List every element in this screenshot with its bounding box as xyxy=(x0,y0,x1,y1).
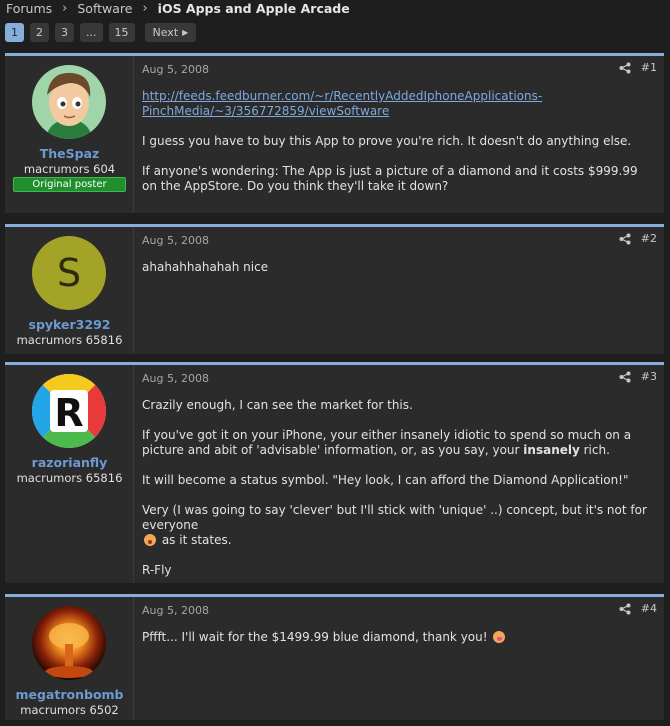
share-icon[interactable] xyxy=(619,603,631,615)
username[interactable]: TheSpaz xyxy=(5,146,134,161)
text-segment: rich. xyxy=(579,443,610,457)
user-info: megatronbomb macrumors 6502 xyxy=(5,597,134,720)
post-paragraph: It will become a status symbol. "Hey loo… xyxy=(142,473,629,487)
tongue-emoji-icon xyxy=(493,631,506,643)
explosion-avatar[interactable] xyxy=(32,606,106,680)
username[interactable]: megatronbomb xyxy=(5,687,134,702)
r-logo-avatar[interactable]: R xyxy=(32,374,106,448)
text-segment: as it states. xyxy=(158,533,232,547)
bold-text: insanely xyxy=(523,443,580,457)
breadcrumb: Forums › Software › iOS Apps and Apple A… xyxy=(6,0,350,16)
post-date[interactable]: Aug 5, 2008 xyxy=(142,372,209,385)
next-page-button[interactable]: Next ▶ xyxy=(144,22,197,42)
post-paragraph: ahahahhahahah nice xyxy=(142,260,269,274)
svg-text:R: R xyxy=(54,391,83,435)
share-icon[interactable] xyxy=(619,371,631,383)
post: TheSpaz macrumors 604 Original poster Au… xyxy=(5,53,664,213)
post: S spyker3292 macrumors 65816 Aug 5, 2008… xyxy=(5,224,664,354)
link-line-2: PinchMedia/~3/356772859/viewSoftware xyxy=(142,104,390,118)
post: R razorianfly macrumors 65816 Aug 5, 200… xyxy=(5,362,664,583)
user-info: R razorianfly macrumors 65816 xyxy=(5,365,134,583)
pagination: 1 2 3 ... 15 Next ▶ xyxy=(5,22,197,42)
next-label: Next xyxy=(152,25,179,39)
avatar-letter: S xyxy=(56,251,82,295)
post-number[interactable]: #3 xyxy=(641,370,657,383)
post-paragraph: I guess you have to buy this App to prov… xyxy=(142,134,632,148)
post-number[interactable]: #2 xyxy=(641,232,657,245)
breadcrumb-software[interactable]: Software xyxy=(77,1,132,16)
post-paragraph: Crazily enough, I can see the market for… xyxy=(142,398,413,412)
page-3-button[interactable]: 3 xyxy=(55,22,74,42)
user-title: macrumors 65816 xyxy=(16,471,123,485)
post-date[interactable]: Aug 5, 2008 xyxy=(142,234,209,247)
user-info: S spyker3292 macrumors 65816 xyxy=(5,227,134,354)
post-date[interactable]: Aug 5, 2008 xyxy=(142,63,209,76)
post-paragraph: Pffft... I'll wait for the $1499.99 blue… xyxy=(142,630,654,645)
chevron-right-icon: › xyxy=(62,0,68,16)
text-segment: Very (I was going to say 'clever' but I'… xyxy=(142,503,647,532)
post-actions: #4 xyxy=(619,602,657,615)
username[interactable]: spyker3292 xyxy=(5,317,134,332)
post-link[interactable]: http://feeds.feedburner.com/~r/RecentlyA… xyxy=(142,89,542,118)
post-paragraph: If anyone's wondering: The App is just a… xyxy=(142,164,638,193)
post-actions: #3 xyxy=(619,370,657,383)
user-title: macrumors 65816 xyxy=(16,333,123,347)
post-paragraph: If you've got it on your iPhone, your ei… xyxy=(142,428,654,458)
letter-avatar[interactable]: S xyxy=(32,236,106,310)
page-2-button[interactable]: 2 xyxy=(30,22,49,42)
user-title: macrumors 604 xyxy=(23,162,116,176)
shocked-emoji-icon xyxy=(144,534,156,546)
username[interactable]: razorianfly xyxy=(5,455,134,470)
post-number[interactable]: #1 xyxy=(641,61,657,74)
breadcrumb-current[interactable]: iOS Apps and Apple Arcade xyxy=(158,1,350,16)
post-actions: #2 xyxy=(619,232,657,245)
share-icon[interactable] xyxy=(619,233,631,245)
post-body: Crazily enough, I can see the market for… xyxy=(142,398,654,593)
post-paragraph: Very (I was going to say 'clever' but I'… xyxy=(142,503,654,548)
text-segment: Pffft... I'll wait for the $1499.99 blue… xyxy=(142,630,488,644)
post-body: http://feeds.feedburner.com/~r/RecentlyA… xyxy=(142,89,654,209)
chevron-right-icon: › xyxy=(142,0,148,16)
post-date[interactable]: Aug 5, 2008 xyxy=(142,604,209,617)
link-line-1: http://feeds.feedburner.com/~r/RecentlyA… xyxy=(142,89,543,103)
post-number[interactable]: #4 xyxy=(641,602,657,615)
post-paragraph: R-Fly xyxy=(142,563,172,577)
breadcrumb-forums[interactable]: Forums xyxy=(6,1,52,16)
page-ellipsis-button[interactable]: ... xyxy=(80,22,103,42)
page-1-button[interactable]: 1 xyxy=(5,22,24,42)
cartoon-face-avatar[interactable] xyxy=(32,65,106,139)
user-title: macrumors 6502 xyxy=(20,703,119,717)
post-body: Pffft... I'll wait for the $1499.99 blue… xyxy=(142,630,654,660)
page-15-button[interactable]: 15 xyxy=(108,22,135,42)
post-actions: #1 xyxy=(619,61,657,74)
post: megatronbomb macrumors 6502 Aug 5, 2008 … xyxy=(5,594,664,720)
share-icon[interactable] xyxy=(619,62,631,74)
user-info: TheSpaz macrumors 604 Original poster xyxy=(5,56,134,213)
post-body: ahahahhahahah nice xyxy=(142,260,654,290)
original-poster-badge: Original poster xyxy=(13,177,126,192)
caret-right-icon: ▶ xyxy=(182,27,189,37)
